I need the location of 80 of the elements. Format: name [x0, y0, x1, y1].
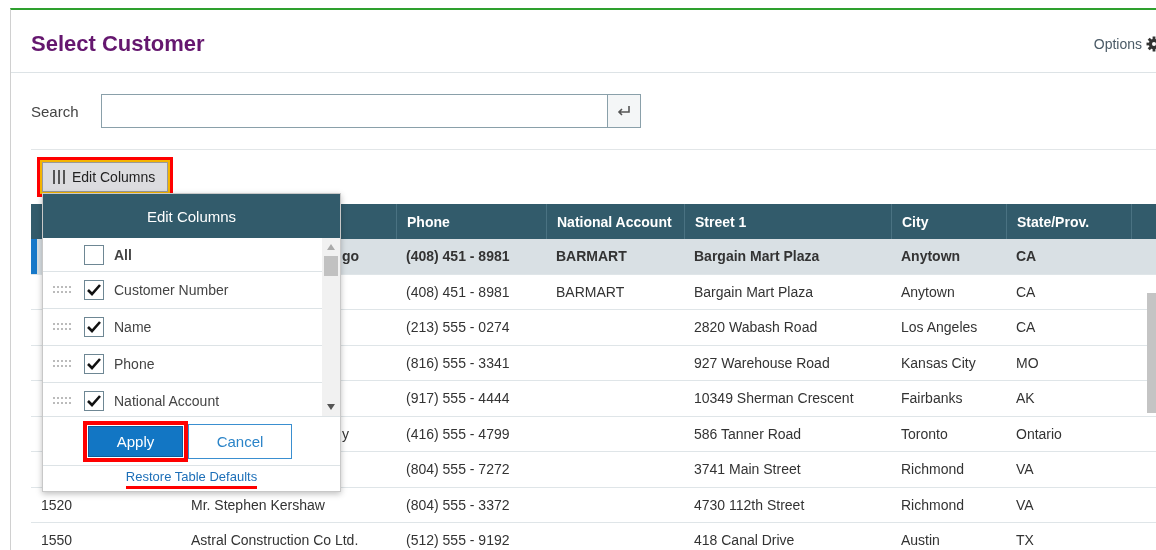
table-cell: go — [342, 248, 360, 265]
table-cell: Richmond — [901, 461, 965, 478]
table-cell: (408) 451 - 8981 — [406, 248, 510, 265]
table-cell: 927 Warehouse Road — [694, 354, 830, 371]
table-cell: y — [342, 425, 349, 442]
table-cell: (408) 451 - 8981 — [406, 283, 510, 300]
scrollbar[interactable] — [322, 238, 340, 416]
table-cell: MO — [1016, 354, 1039, 371]
check-icon — [87, 358, 101, 370]
restore-defaults-link[interactable]: Restore Table Defaults — [125, 468, 258, 489]
table-cell: Toronto — [901, 425, 948, 442]
table-cell: (804) 555 - 7272 — [406, 461, 510, 478]
table-cell: Kansas City — [901, 354, 976, 371]
table-cell: 1520 — [41, 496, 73, 513]
checkbox[interactable] — [84, 280, 104, 300]
table-cell: BARMART — [556, 248, 627, 265]
search-label: Search — [31, 102, 79, 120]
selection-marker — [31, 239, 37, 274]
table-cell: AK — [1016, 390, 1035, 407]
scroll-down-icon[interactable] — [327, 404, 335, 410]
column-option-label: Customer Number — [114, 282, 229, 298]
table-cell: 4730 112th Street — [694, 496, 805, 513]
checkbox[interactable] — [84, 391, 104, 411]
table-cell: (416) 555 - 4799 — [406, 425, 510, 442]
table-cell: TX — [1016, 532, 1034, 549]
table-cell: Austin — [901, 532, 940, 549]
table-cell: 3741 Main Street — [694, 461, 801, 478]
table-cell: Bargain Mart Plaza — [694, 248, 820, 265]
table-cell: BARMART — [556, 283, 625, 300]
table-cell: (804) 555 - 3372 — [406, 496, 510, 513]
column-option-label: National Account — [114, 393, 220, 409]
checkbox[interactable] — [84, 244, 104, 265]
table-cell: CA — [1016, 319, 1036, 336]
columns-icon — [53, 170, 65, 184]
check-icon — [87, 395, 101, 407]
table-cell: VA — [1016, 461, 1034, 478]
column-option-label: All — [114, 246, 132, 263]
table-row[interactable]: 1550 Astral Construction Co Ltd. (512) 555 - 9192 418 Canal Drive Austin TX — [31, 523, 1156, 550]
check-icon — [87, 284, 101, 296]
search-field[interactable] — [100, 94, 641, 128]
options-link[interactable]: Options — [1093, 36, 1142, 52]
edit-columns-button[interactable]: Edit Columns — [42, 162, 169, 192]
table-cell: (917) 555 - 4444 — [406, 390, 510, 407]
checkbox[interactable] — [84, 354, 104, 374]
table-cell: VA — [1016, 496, 1034, 513]
table-cell: Astral Construction Co Ltd. — [191, 532, 359, 549]
table-cell: (213) 555 - 0274 — [406, 319, 510, 336]
check-icon — [87, 321, 101, 333]
table-cell: Ontario — [1016, 425, 1062, 442]
table-cell: (512) 555 - 9192 — [406, 532, 510, 549]
apply-button[interactable]: Apply — [88, 425, 183, 457]
table-cell: (816) 555 - 3341 — [406, 354, 510, 371]
table-cell: Los Angeles — [901, 319, 978, 336]
cancel-button[interactable]: Cancel — [188, 423, 292, 459]
table-cell: Anytown — [901, 283, 955, 300]
column-option-label: Name — [114, 319, 152, 335]
table-cell: Richmond — [901, 496, 965, 513]
drag-handle-icon[interactable] — [53, 323, 71, 331]
scrollbar[interactable] — [1147, 293, 1156, 413]
table-cell: CA — [1016, 248, 1037, 265]
enter-icon[interactable] — [606, 95, 640, 127]
table-cell: 418 Canal Drive — [694, 532, 795, 549]
table-cell: Mr. Stephen Kershaw — [191, 496, 325, 513]
table-cell: 2820 Wabash Road — [694, 319, 818, 336]
table-cell: Anytown — [901, 248, 961, 265]
drag-handle-icon[interactable] — [53, 397, 71, 405]
panel-title: Edit Columns — [43, 194, 340, 238]
scroll-thumb[interactable] — [324, 256, 338, 276]
table-cell: Fairbanks — [901, 390, 963, 407]
drag-handle-icon[interactable] — [53, 286, 71, 294]
drag-handle-icon[interactable] — [53, 360, 71, 368]
table-cell: 10349 Sherman Crescent — [694, 390, 854, 407]
table-cell: Bargain Mart Plaza — [694, 283, 814, 300]
page-title: Select Customer — [31, 31, 205, 57]
table-cell: 586 Tanner Road — [694, 425, 802, 442]
table-cell: CA — [1016, 283, 1036, 300]
checkbox[interactable] — [84, 317, 104, 337]
column-option-label: Phone — [114, 356, 155, 372]
scroll-up-icon[interactable] — [327, 244, 335, 250]
table-cell: 1550 — [41, 532, 73, 549]
